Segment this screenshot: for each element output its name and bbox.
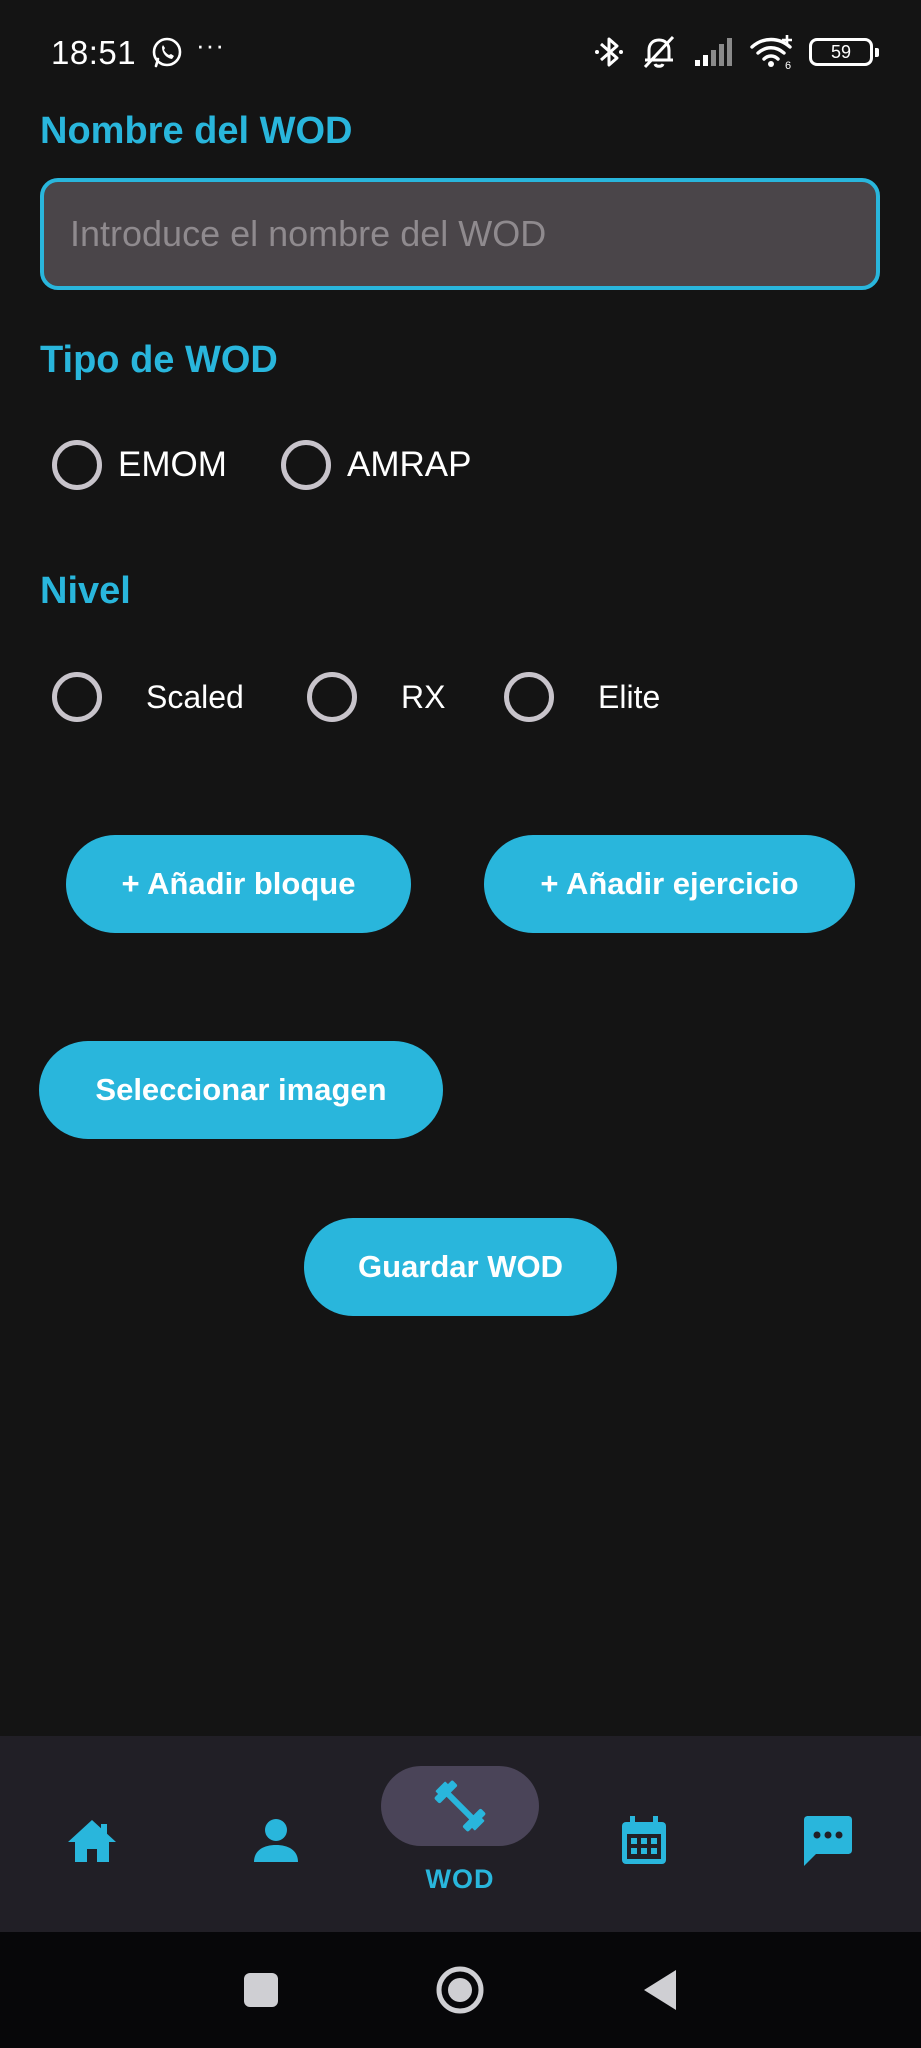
battery-level: 59: [830, 42, 852, 62]
radio-label-rx: RX: [401, 678, 446, 715]
calendar-icon: [622, 1816, 666, 1864]
nav-item-wod[interactable]: WOD: [380, 1736, 540, 1932]
wod-type-title: Tipo de WOD: [40, 339, 278, 381]
radio-circle-scaled[interactable]: [52, 672, 102, 722]
dumbbell-icon: [434, 1780, 486, 1832]
bluetooth-icon: [595, 37, 623, 67]
nav-item-calendar[interactable]: [564, 1736, 724, 1932]
status-icons: 6 59: [593, 32, 879, 72]
radio-circle-amrap[interactable]: [281, 440, 331, 490]
wifi-icon: 6: [750, 35, 792, 71]
radio-label-amrap: AMRAP: [347, 445, 472, 484]
radio-circle-elite[interactable]: [504, 672, 554, 722]
home-circle-icon: [436, 1966, 484, 2014]
whatsapp-icon: [152, 37, 182, 68]
level-title: Nivel: [40, 570, 131, 612]
wod-name-input[interactable]: [40, 178, 880, 290]
radio-amrap[interactable]: AMRAP: [281, 437, 471, 493]
select-image-button[interactable]: Seleccionar imagen: [39, 1041, 443, 1139]
add-exercise-button[interactable]: + Añadir ejercicio: [484, 835, 855, 933]
radio-elite[interactable]: Elite: [504, 669, 660, 725]
svg-text:6: 6: [785, 60, 791, 71]
muted-bell-icon: [643, 35, 675, 69]
status-bar: 18:51 ··· 6 59: [0, 0, 921, 106]
radio-circle-emom[interactable]: [52, 440, 102, 490]
radio-emom[interactable]: EMOM: [52, 437, 227, 493]
radio-label-elite: Elite: [598, 678, 661, 715]
radio-scaled[interactable]: Scaled: [52, 669, 244, 725]
home-system-button[interactable]: [432, 1962, 488, 2018]
nav-item-profile[interactable]: [196, 1736, 356, 1932]
battery-icon: 59: [809, 38, 879, 66]
system-navigation-bar: [0, 1932, 921, 2048]
save-wod-button[interactable]: Guardar WOD: [304, 1218, 617, 1316]
nav-active-indicator: [381, 1766, 539, 1846]
nav-label-wod: WOD: [425, 1864, 495, 1894]
chat-icon: [804, 1816, 852, 1866]
radio-circle-rx[interactable]: [307, 672, 357, 722]
add-block-button[interactable]: + Añadir bloque: [66, 835, 411, 933]
person-icon: [254, 1819, 298, 1862]
recents-button[interactable]: [233, 1962, 289, 2018]
home-icon: [68, 1820, 116, 1862]
back-icon: [644, 1970, 676, 2010]
radio-label-scaled: Scaled: [146, 678, 244, 715]
more-notifications-icon: ···: [196, 30, 225, 60]
signal-icon: [695, 38, 732, 66]
recents-icon: [244, 1973, 278, 2007]
status-time: 18:51: [51, 34, 137, 71]
nav-item-home[interactable]: [12, 1736, 172, 1932]
back-button[interactable]: [632, 1962, 688, 2018]
wod-name-title: Nombre del WOD: [40, 110, 353, 152]
nav-item-messages[interactable]: [748, 1736, 908, 1932]
bottom-navigation: WOD: [0, 1736, 921, 1932]
radio-rx[interactable]: RX: [307, 669, 445, 725]
radio-label-emom: EMOM: [118, 445, 227, 484]
